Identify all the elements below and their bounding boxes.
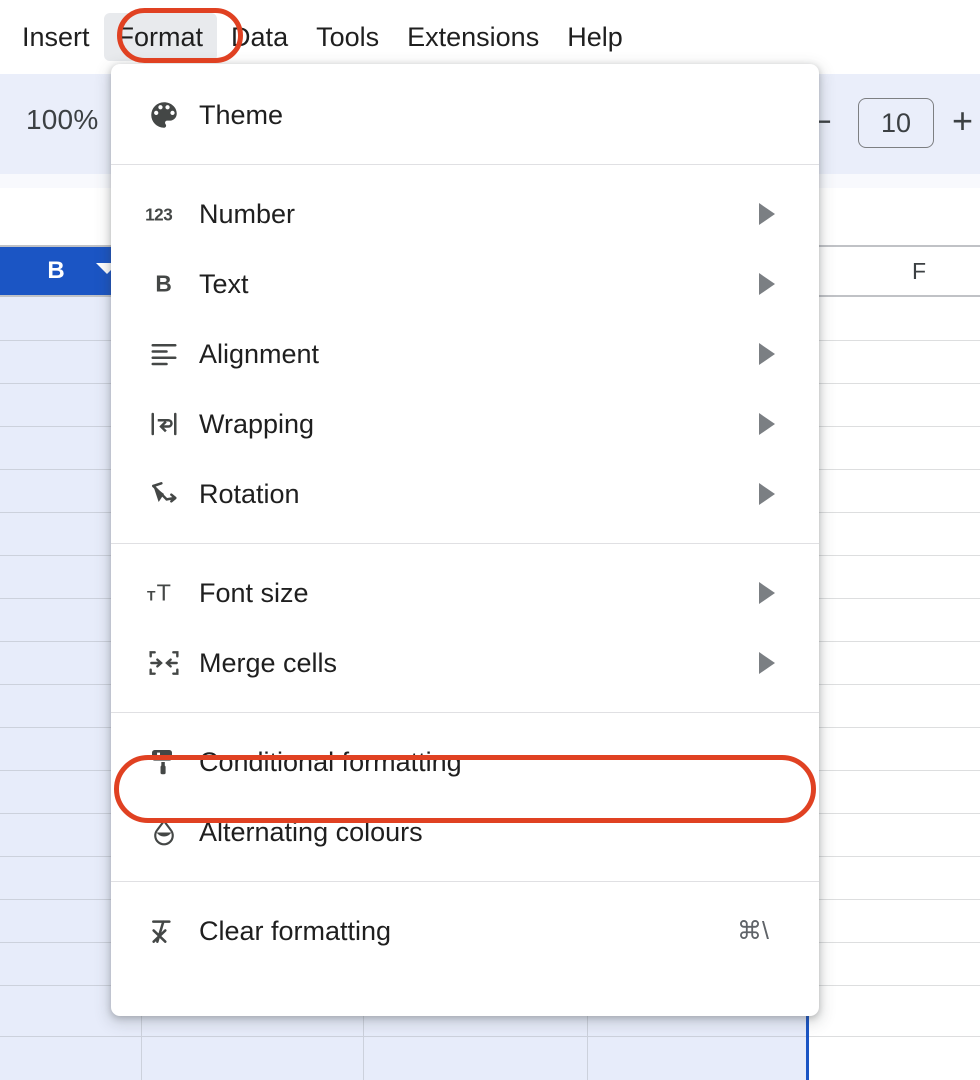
submenu-arrow-icon: [759, 483, 775, 505]
font-size-input[interactable]: 10: [858, 98, 934, 148]
palette-icon: [141, 92, 187, 138]
format-dropdown-menu: Theme 123 Number B Text Alignment Wrappi…: [111, 64, 819, 1016]
menu-group-padding: [111, 529, 819, 543]
menubar-item-extensions[interactable]: Extensions: [393, 0, 553, 74]
menu-item-theme[interactable]: Theme: [111, 80, 819, 150]
menu-bar-items: Insert Format Data Tools Extensions Help: [8, 0, 637, 74]
menu-item-alignment[interactable]: Alignment: [111, 319, 819, 389]
menu-item-number[interactable]: 123 Number: [111, 179, 819, 249]
svg-text:T: T: [157, 579, 171, 605]
text-rotation-icon: [141, 471, 187, 517]
menu-item-merge-cells[interactable]: Merge cells: [111, 628, 819, 698]
menu-item-label: Conditional formatting: [199, 746, 462, 777]
menu-group-padding: [111, 882, 819, 896]
paint-roller-icon: [141, 739, 187, 785]
menu-item-font-size[interactable]: T T Font size: [111, 558, 819, 628]
water-drop-icon: [141, 809, 187, 855]
menu-bar: Insert Format Data Tools Extensions Help: [0, 0, 980, 74]
submenu-arrow-icon: [759, 203, 775, 225]
menu-group-padding: [111, 150, 819, 164]
menu-item-label: Merge cells: [199, 647, 338, 678]
font-size-icon: T T: [141, 570, 187, 616]
menubar-item-data[interactable]: Data: [217, 0, 302, 74]
menu-item-label: Rotation: [199, 478, 300, 509]
grid-row-line: [0, 1036, 808, 1037]
menu-item-text[interactable]: B Text: [111, 249, 819, 319]
text-wrap-icon: [141, 401, 187, 447]
menu-group-padding: [111, 713, 819, 727]
svg-text:B: B: [155, 271, 171, 297]
menu-group-padding: [111, 544, 819, 558]
menu-item-shortcut: ⌘\: [737, 917, 769, 945]
svg-text:123: 123: [146, 205, 172, 224]
menu-item-label: Theme: [199, 99, 284, 130]
menu-item-label: Wrapping: [199, 408, 315, 439]
number-123-icon: 123: [141, 191, 187, 237]
menu-item-conditional-formatting[interactable]: Conditional formatting: [111, 727, 819, 797]
menubar-item-tools[interactable]: Tools: [302, 0, 393, 74]
menu-group-padding: [111, 165, 819, 179]
bold-b-icon: B: [141, 261, 187, 307]
menubar-item-insert[interactable]: Insert: [8, 0, 104, 74]
clear-formatting-icon: [141, 908, 187, 954]
menubar-item-help[interactable]: Help: [553, 0, 637, 74]
submenu-arrow-icon: [759, 582, 775, 604]
column-header-f[interactable]: F: [880, 247, 958, 295]
submenu-arrow-icon: [759, 343, 775, 365]
sheets-app-window: 100% − 10 + B F Insert Format Data Tools…: [0, 0, 980, 1080]
menu-item-rotation[interactable]: Rotation: [111, 459, 819, 529]
menu-item-label: Font size: [199, 577, 309, 608]
submenu-arrow-icon: [759, 273, 775, 295]
menu-item-label: Clear formatting: [199, 915, 392, 946]
menu-item-label: Alternating colours: [199, 816, 423, 847]
menu-group-padding: [111, 867, 819, 881]
menu-item-clear-formatting[interactable]: Clear formatting ⌘\: [111, 896, 819, 966]
menu-item-label: Alignment: [199, 338, 320, 369]
menu-item-wrapping[interactable]: Wrapping: [111, 389, 819, 459]
align-left-icon: [141, 331, 187, 377]
submenu-arrow-icon: [759, 413, 775, 435]
menu-top-padding: [111, 64, 819, 80]
zoom-level-value[interactable]: 100%: [26, 104, 98, 136]
menu-item-alternating-colours[interactable]: Alternating colours: [111, 797, 819, 867]
font-size-increase-button[interactable]: +: [952, 103, 973, 139]
menu-group-padding: [111, 698, 819, 712]
menu-item-label: Text: [199, 268, 249, 299]
svg-text:T: T: [147, 587, 156, 603]
menubar-item-format[interactable]: Format: [103, 13, 218, 61]
merge-cells-icon: [141, 640, 187, 686]
menu-item-label: Number: [199, 198, 296, 229]
submenu-arrow-icon: [759, 652, 775, 674]
